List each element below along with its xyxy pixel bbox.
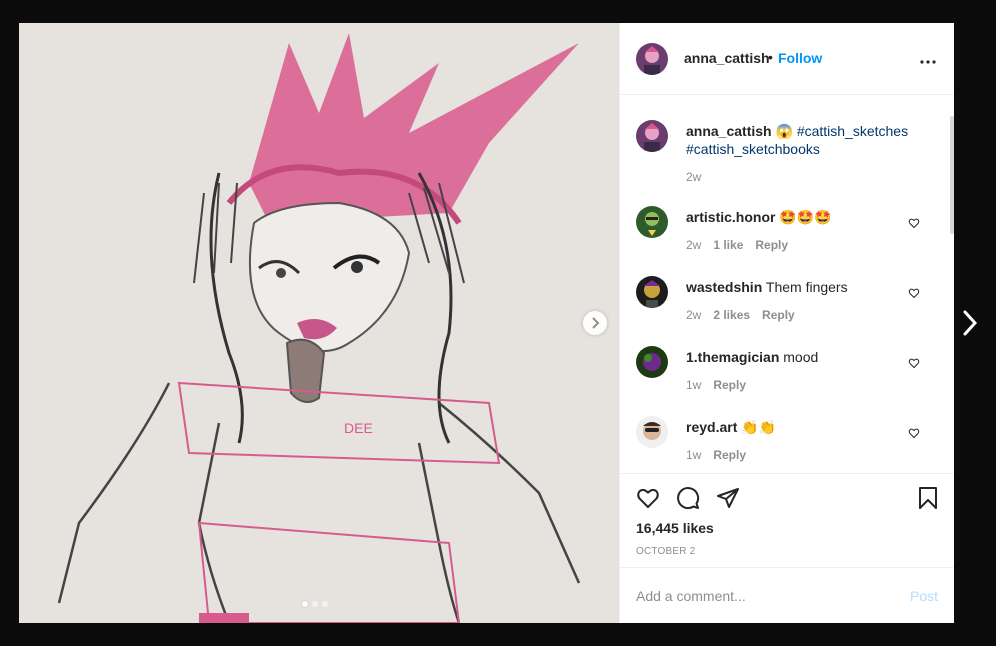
comment-timestamp[interactable]: 1w bbox=[686, 448, 701, 462]
caption-emoji: 😱 bbox=[775, 123, 793, 139]
carousel-dot bbox=[322, 601, 328, 607]
sketch-illustration: DEE bbox=[19, 23, 619, 623]
commenter-avatar[interactable] bbox=[636, 276, 668, 308]
comment-bubble-icon[interactable] bbox=[676, 486, 700, 515]
post-actions: 16,445 likes OCTOBER 2 bbox=[620, 473, 954, 567]
caption-timestamp[interactable]: 2w bbox=[686, 170, 701, 184]
comment-timestamp[interactable]: 1w bbox=[686, 378, 701, 392]
caption-meta: 2w bbox=[686, 170, 701, 184]
post-sidebar: anna_cattish • Follow anna_cattish 😱 #ca… bbox=[619, 23, 954, 623]
comment-body: 👏👏 bbox=[741, 419, 777, 435]
caption-username[interactable]: anna_cattish bbox=[686, 123, 772, 139]
comment-username[interactable]: wastedshin bbox=[686, 279, 762, 295]
add-comment-bar: Post bbox=[620, 567, 954, 623]
post-modal: DEE anna_cattish • Follow anna_cattish 😱… bbox=[19, 23, 954, 623]
follow-button[interactable]: Follow bbox=[778, 50, 822, 66]
comment-meta: 2w 2 likes Reply bbox=[686, 308, 795, 322]
comment-text: reyd.art 👏👏 bbox=[686, 418, 916, 436]
share-send-icon[interactable] bbox=[716, 486, 740, 515]
separator-dot: • bbox=[768, 49, 773, 65]
post-image: DEE bbox=[19, 23, 619, 623]
like-comment-heart-icon[interactable] bbox=[908, 286, 920, 304]
commenter-avatar[interactable] bbox=[636, 416, 668, 448]
comment-username[interactable]: 1.themagician bbox=[686, 349, 779, 365]
hashtag-link[interactable]: #cattish_sketches bbox=[797, 123, 908, 139]
comment-body: Them fingers bbox=[765, 279, 848, 295]
reply-button[interactable]: Reply bbox=[713, 448, 746, 462]
save-bookmark-icon[interactable] bbox=[916, 486, 940, 515]
comment-text: 1.themagician mood bbox=[686, 348, 916, 366]
comment-timestamp[interactable]: 2w bbox=[686, 308, 701, 322]
comment-username[interactable]: reyd.art bbox=[686, 419, 737, 435]
comment-body: mood bbox=[783, 349, 819, 365]
like-comment-heart-icon[interactable] bbox=[908, 356, 920, 374]
carousel-dot bbox=[302, 601, 308, 607]
reply-button[interactable]: Reply bbox=[713, 378, 746, 392]
post-date[interactable]: OCTOBER 2 bbox=[636, 546, 695, 557]
post-comment-button[interactable]: Post bbox=[910, 588, 938, 604]
comments-list[interactable]: anna_cattish 😱 #cattish_sketches #cattis… bbox=[620, 96, 954, 473]
carousel-dot bbox=[312, 601, 318, 607]
author-username[interactable]: anna_cattish bbox=[684, 50, 770, 66]
like-comment-heart-icon[interactable] bbox=[908, 426, 920, 444]
next-post-arrow-icon[interactable] bbox=[962, 309, 978, 342]
hashtag-link[interactable]: #cattish_sketchbooks bbox=[686, 141, 820, 157]
chevron-right-icon bbox=[592, 317, 600, 329]
comment-likes[interactable]: 1 like bbox=[713, 238, 743, 252]
comment-text: wastedshin Them fingers bbox=[686, 278, 916, 296]
author-avatar[interactable] bbox=[636, 43, 668, 75]
post-header: anna_cattish • Follow bbox=[620, 23, 954, 95]
comments-scrollbar[interactable] bbox=[950, 116, 954, 234]
commenter-avatar[interactable] bbox=[636, 346, 668, 378]
add-comment-input[interactable] bbox=[636, 586, 886, 606]
comment-username[interactable]: artistic.honor bbox=[686, 209, 775, 225]
comment-body: 🤩🤩🤩 bbox=[779, 209, 832, 225]
like-comment-heart-icon[interactable] bbox=[908, 216, 920, 234]
comment-meta: 1w Reply bbox=[686, 378, 746, 392]
carousel-next-button[interactable] bbox=[583, 311, 607, 335]
comment-meta: 1w Reply bbox=[686, 448, 746, 462]
reply-button[interactable]: Reply bbox=[762, 308, 795, 322]
comment-text: artistic.honor 🤩🤩🤩 bbox=[686, 208, 916, 226]
likes-count[interactable]: 16,445 likes bbox=[636, 520, 714, 536]
commenter-avatar[interactable] bbox=[636, 206, 668, 238]
comment-meta: 2w 1 like Reply bbox=[686, 238, 788, 252]
more-options-icon[interactable] bbox=[920, 51, 936, 69]
comment-likes[interactable]: 2 likes bbox=[713, 308, 750, 322]
like-heart-icon[interactable] bbox=[636, 486, 660, 515]
author-avatar[interactable] bbox=[636, 120, 668, 152]
comment-timestamp[interactable]: 2w bbox=[686, 238, 701, 252]
shirt-lettering: DEE bbox=[344, 420, 373, 436]
reply-button[interactable]: Reply bbox=[755, 238, 788, 252]
carousel-indicator bbox=[302, 601, 328, 607]
caption-text: anna_cattish 😱 #cattish_sketches #cattis… bbox=[686, 122, 916, 158]
